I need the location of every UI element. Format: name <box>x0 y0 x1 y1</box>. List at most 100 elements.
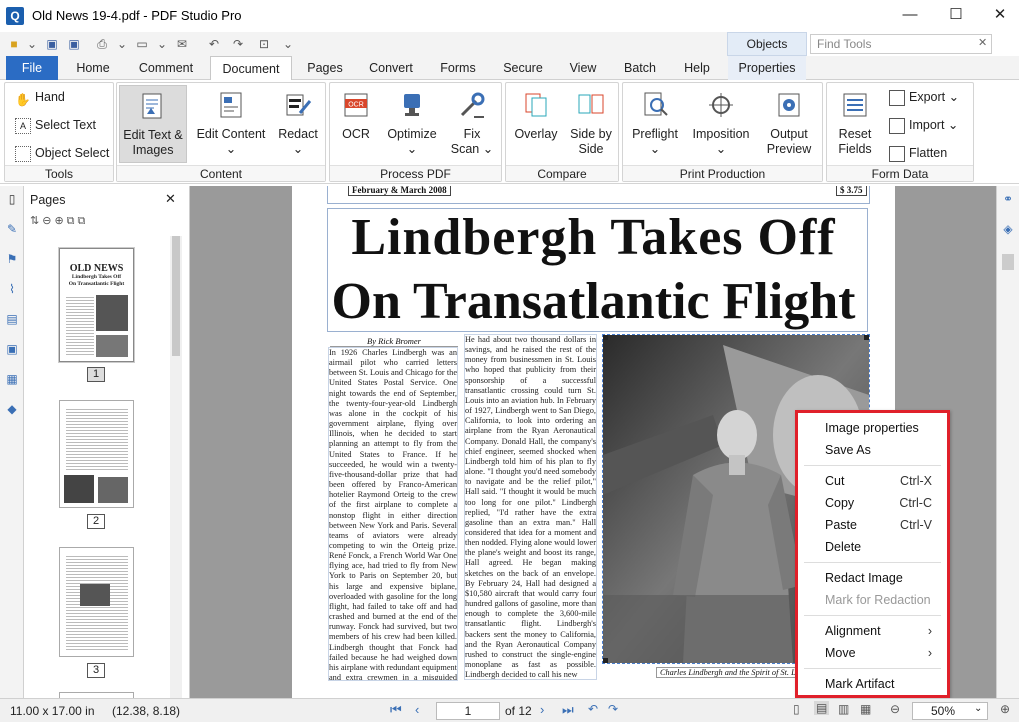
pages-panel-icon[interactable]: ▯ <box>5 192 19 206</box>
objects-context-tab[interactable]: Objects <box>727 32 807 56</box>
scrollbar-thumb[interactable] <box>172 236 180 356</box>
object-select-tool[interactable]: Object Select <box>15 143 109 163</box>
continuous-page-icon[interactable]: ▤ <box>814 701 830 715</box>
tab-pages[interactable]: Pages <box>298 56 352 80</box>
previous-page-icon[interactable]: ‹ <box>415 702 419 717</box>
layers-stack-icon[interactable]: ◈ <box>1001 222 1015 236</box>
resize-handle[interactable] <box>864 335 869 340</box>
close-panel-icon[interactable]: ✕ <box>165 191 176 207</box>
last-page-icon[interactable]: ⏭ <box>562 702 574 718</box>
tab-help[interactable]: Help <box>674 56 720 80</box>
save-icon[interactable]: ▣ <box>44 36 60 52</box>
resize-handle[interactable] <box>603 335 608 340</box>
forward-view-icon[interactable]: ↷ <box>608 702 618 716</box>
facing-continuous-icon[interactable]: ▦ <box>860 702 871 716</box>
zoom-page-icon[interactable]: ⊡ <box>256 36 272 52</box>
print-icon[interactable]: ⎙ <box>94 36 110 52</box>
pen-icon[interactable]: ✎ <box>5 222 19 236</box>
imposition-button[interactable]: Imposition ⌄ <box>687 91 755 157</box>
next-page-icon[interactable]: › <box>540 702 544 717</box>
chevron-down-icon[interactable]: ⌄ <box>280 36 296 52</box>
tab-forms[interactable]: Forms <box>430 56 486 80</box>
page-thumbnail-2[interactable] <box>59 400 134 508</box>
zoom-out-icon[interactable]: ⊖ <box>42 215 54 227</box>
page-thumbnail-3[interactable] <box>59 547 134 657</box>
redo-icon[interactable]: ↷ <box>230 36 246 52</box>
find-tools-input[interactable]: Find Tools <box>810 34 992 54</box>
tab-file[interactable]: File <box>6 56 58 80</box>
menu-item-mark-artifact[interactable]: Mark Artifact <box>825 674 894 694</box>
flatten-button[interactable]: Flatten <box>889 143 947 163</box>
overlay-button[interactable]: Overlay <box>510 91 562 142</box>
optimize-button[interactable]: Optimize ⌄ <box>382 91 442 157</box>
scanner-icon[interactable]: ▭ <box>134 36 150 52</box>
save-as-icon[interactable]: ▣ <box>66 36 82 52</box>
single-page-icon[interactable]: ▯ <box>793 702 800 716</box>
document-icon[interactable]: ▦ <box>5 372 19 386</box>
ocr-button[interactable]: OCR OCR <box>336 91 376 142</box>
menu-item-paste[interactable]: Paste <box>825 515 857 535</box>
tab-secure[interactable]: Secure <box>494 56 552 80</box>
clear-search-icon[interactable]: ✕ <box>978 36 987 49</box>
close-window-button[interactable]: ✕ <box>977 0 1019 30</box>
select-text-tool[interactable]: A Select Text <box>15 115 96 135</box>
maximize-button[interactable]: ☐ <box>933 0 979 30</box>
vertical-scrollbar-thumb[interactable] <box>1002 254 1014 270</box>
menu-item-redact-image[interactable]: Redact Image <box>825 568 903 588</box>
email-icon[interactable]: ✉ <box>174 36 190 52</box>
tab-home[interactable]: Home <box>62 56 124 80</box>
minimize-button[interactable]: — <box>887 0 933 30</box>
tab-properties[interactable]: Properties <box>728 56 806 80</box>
tab-convert[interactable]: Convert <box>360 56 422 80</box>
preflight-button[interactable]: Preflight ⌄ <box>627 91 683 157</box>
open-folder-icon[interactable]: ■ <box>6 36 22 52</box>
menu-item-alignment[interactable]: Alignment <box>825 621 881 641</box>
import-button[interactable]: Import ⌄ <box>889 115 958 135</box>
tag-icon[interactable]: ◆ <box>5 402 19 416</box>
menu-item-cut[interactable]: Cut <box>825 471 844 491</box>
tab-batch[interactable]: Batch <box>614 56 666 80</box>
fix-scan-button[interactable]: Fix Scan ⌄ <box>448 91 496 157</box>
page-extract-icon[interactable]: ⧉ <box>78 215 89 227</box>
zoom-in-icon[interactable]: ⊕ <box>1000 702 1010 716</box>
export-button[interactable]: Export ⌄ <box>889 87 959 107</box>
first-page-icon[interactable]: ⏮ <box>390 702 402 718</box>
facing-page-icon[interactable]: ▥ <box>838 702 849 716</box>
chevron-down-icon[interactable]: ⌄ <box>974 703 982 714</box>
image-icon[interactable]: ▣ <box>5 342 19 356</box>
output-preview-button[interactable]: Output Preview <box>759 91 819 157</box>
edit-text-images-button[interactable]: Edit Text & Images <box>119 85 187 163</box>
sort-icon[interactable]: ⇅ <box>30 215 42 227</box>
resize-handle[interactable] <box>603 658 608 663</box>
chevron-down-icon[interactable]: ⌄ <box>24 36 40 52</box>
hand-icon: ✋ <box>15 92 31 107</box>
page-thumbnail-1[interactable]: OLD NEWS Lindbergh Takes Off On Transatl… <box>59 248 134 362</box>
redact-button[interactable]: Redact ⌄ <box>273 91 323 157</box>
zoom-in-icon[interactable]: ⊕ <box>54 215 66 227</box>
menu-item-copy[interactable]: Copy <box>825 493 854 513</box>
tab-view[interactable]: View <box>560 56 606 80</box>
undo-icon[interactable]: ↶ <box>206 36 222 52</box>
chevron-down-icon[interactable]: ⌄ <box>114 36 130 52</box>
link-icon[interactable]: ⚭ <box>1001 192 1015 206</box>
attachment-icon[interactable]: ⌇ <box>5 282 19 296</box>
bookmark-icon[interactable]: ⚑ <box>5 252 19 266</box>
page-options-icon[interactable]: ⧉ <box>67 215 78 227</box>
back-view-icon[interactable]: ↶ <box>588 702 598 716</box>
current-page-input[interactable]: 1 <box>436 702 500 720</box>
pages-panel-scrollbar[interactable] <box>170 236 182 698</box>
menu-item-save-as[interactable]: Save As <box>825 440 871 460</box>
menu-item-image-properties[interactable]: Image properties <box>825 418 919 438</box>
edit-content-button[interactable]: Edit Content ⌄ <box>195 91 267 157</box>
layers-icon[interactable]: ▤ <box>5 312 19 326</box>
chevron-down-icon[interactable]: ⌄ <box>154 36 170 52</box>
hand-tool[interactable]: ✋ Hand <box>15 87 65 107</box>
reset-fields-button[interactable]: Reset Fields <box>831 91 879 157</box>
menu-item-move[interactable]: Move <box>825 643 856 663</box>
menu-item-delete[interactable]: Delete <box>825 537 861 557</box>
zoom-out-icon[interactable]: ⊖ <box>890 702 900 716</box>
page-number-label: 1 <box>87 367 105 382</box>
side-by-side-button[interactable]: Side by Side <box>566 91 616 157</box>
tab-comment[interactable]: Comment <box>128 56 204 80</box>
tab-document[interactable]: Document <box>210 56 292 81</box>
